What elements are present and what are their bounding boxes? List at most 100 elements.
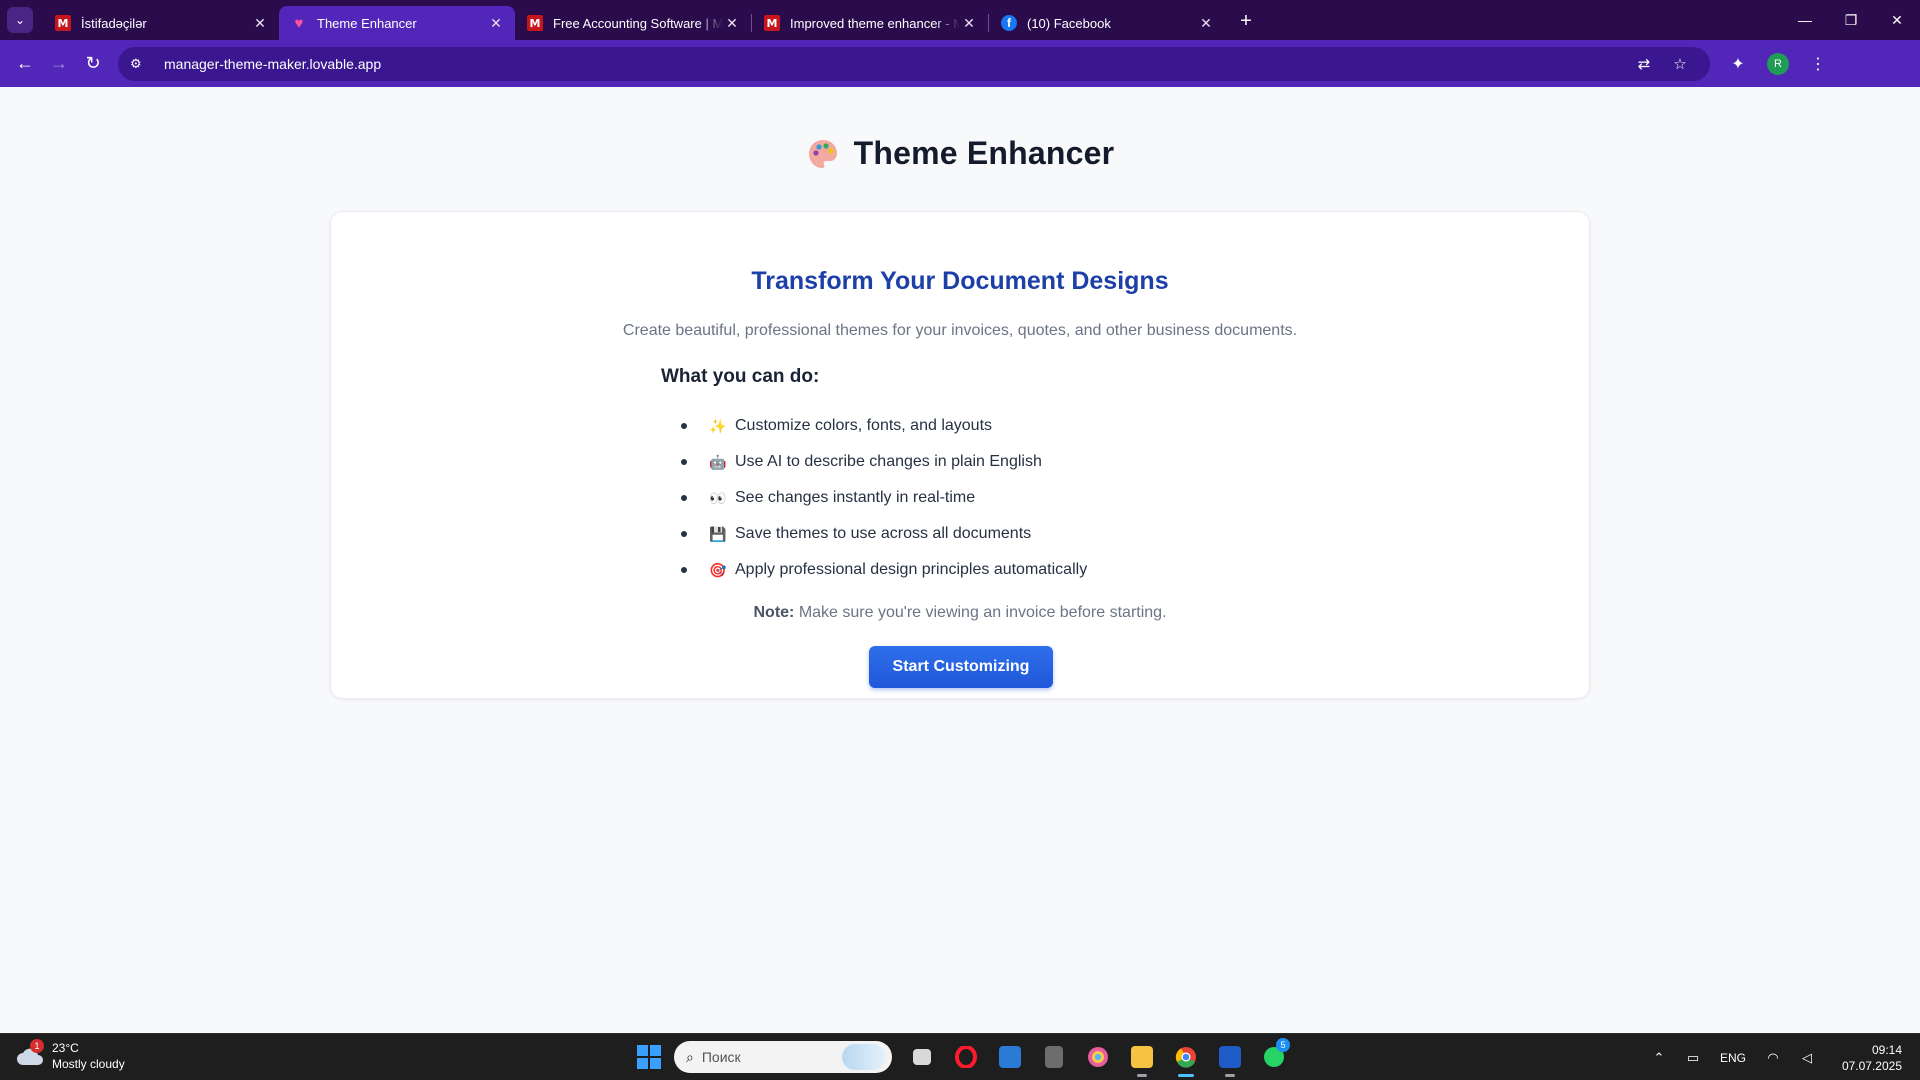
manager-m-icon: M xyxy=(764,15,780,31)
close-window-icon[interactable]: ✕ xyxy=(1874,0,1920,40)
address-bar[interactable]: ⚙ manager-theme-maker.lovable.app ⇄ ☆ xyxy=(118,46,1710,81)
features-heading: What you can do: xyxy=(661,366,820,387)
chrome-icon[interactable] xyxy=(1164,1040,1208,1077)
file-explorer-icon[interactable] xyxy=(1120,1040,1164,1077)
weather-temp: 23°C xyxy=(52,1041,79,1055)
bullet xyxy=(681,495,687,501)
weather-desc: Mostly cloudy xyxy=(52,1057,125,1071)
taskbar-search[interactable]: ⌕ Поиск xyxy=(674,1041,892,1073)
feature-text: Customize colors, fonts, and layouts xyxy=(735,417,993,434)
list-item: 👀 See changes instantly in real-time xyxy=(681,480,1087,516)
profile-button[interactable]: R xyxy=(1758,47,1798,81)
whatsapp-icon[interactable]: 5 xyxy=(1252,1038,1296,1074)
notification-badge: 1 xyxy=(30,1039,44,1053)
restore-icon[interactable]: ❐ xyxy=(1828,0,1874,40)
site-info-icon[interactable]: ⚙ xyxy=(130,56,152,72)
start-customizing-button[interactable]: Start Customizing xyxy=(869,646,1053,688)
feature-text: See changes instantly in real-time xyxy=(735,489,976,506)
floppy-disk-icon: 💾 xyxy=(709,525,727,542)
close-icon[interactable]: ✕ xyxy=(1197,15,1215,32)
window-controls: — ❐ ✕ xyxy=(1782,0,1920,40)
card-title: Transform Your Document Designs xyxy=(751,267,1169,295)
forward-button[interactable]: → xyxy=(42,47,76,81)
tab-free-accounting[interactable]: M Free Accounting Software | Manager ✕ xyxy=(515,6,751,40)
heart-icon: ♥ xyxy=(294,14,304,32)
clock-date: 07.07.2025 xyxy=(1841,1058,1902,1073)
feature-text: Apply professional design principles aut… xyxy=(735,561,1088,578)
weather-widget[interactable]: 1 23°C Mostly cloudy xyxy=(16,1039,125,1072)
clock-time: 09:14 xyxy=(1871,1042,1902,1057)
palette-icon xyxy=(808,139,837,168)
arrow-left-icon: ← xyxy=(16,53,34,73)
card-subtitle: Create beautiful, professional themes fo… xyxy=(622,322,1298,339)
tab-facebook[interactable]: f (10) Facebook ✕ xyxy=(989,6,1225,40)
windows-taskbar: 1 23°C Mostly cloudy ⌕ Поиск 5 ⌃ ▭ ENG ◠… xyxy=(0,1033,1920,1080)
tab-theme-enhancer[interactable]: ♥ Theme Enhancer ✕ xyxy=(279,6,515,40)
facebook-icon: f xyxy=(1001,15,1017,31)
chevron-down-icon: ⌄ xyxy=(14,13,26,27)
page-content: Theme Enhancer Transform Your Document D… xyxy=(0,87,1920,1033)
tab-title: Theme Enhancer xyxy=(317,15,417,31)
list-item: ✨ Customize colors, fonts, and layouts xyxy=(681,408,1087,444)
wifi-icon[interactable]: ◠ xyxy=(1756,1050,1790,1066)
bullet xyxy=(681,423,687,429)
opera-icon[interactable] xyxy=(944,1040,988,1074)
note-text: Note: Make sure you're viewing an invoic… xyxy=(331,604,1589,622)
display-icon[interactable]: ▭ xyxy=(1676,1050,1710,1066)
url-text[interactable]: manager-theme-maker.lovable.app xyxy=(164,56,1626,72)
remote-desktop-icon[interactable] xyxy=(988,1040,1032,1074)
calculator-icon[interactable] xyxy=(1032,1040,1076,1074)
tab-title: (10) Facebook xyxy=(1027,15,1111,31)
manager-m-icon: M xyxy=(527,15,543,31)
tab-istifadecilar[interactable]: M İstifadəçilər ✕ xyxy=(43,6,279,40)
task-view-icon[interactable] xyxy=(900,1040,944,1074)
note-body: Make sure you're viewing an invoice befo… xyxy=(794,604,1167,621)
volume-icon[interactable]: ◁ xyxy=(1790,1050,1824,1066)
tab-search-button[interactable]: ⌄ xyxy=(7,7,33,33)
extensions-icon[interactable]: ✦ xyxy=(1718,47,1758,81)
bullet xyxy=(681,531,687,537)
cloud-icon: 1 xyxy=(16,1039,44,1067)
reload-icon: ↻ xyxy=(85,53,101,73)
target-icon: 🎯 xyxy=(709,561,727,578)
translate-icon[interactable]: ⇄ xyxy=(1626,55,1662,73)
bullet xyxy=(681,567,687,573)
new-tab-button[interactable]: + xyxy=(1231,6,1261,36)
search-icon: ⌕ xyxy=(686,1048,694,1065)
language-indicator[interactable]: ENG xyxy=(1710,1051,1756,1065)
minimize-icon[interactable]: — xyxy=(1782,0,1828,40)
close-icon[interactable]: ✕ xyxy=(487,15,505,32)
back-button[interactable]: ← xyxy=(8,47,42,81)
photos-icon[interactable] xyxy=(1076,1040,1120,1074)
list-item: 🎯 Apply professional design principles au… xyxy=(681,552,1087,588)
features-list: ✨ Customize colors, fonts, and layouts 🤖 U… xyxy=(681,408,1087,588)
plus-icon: + xyxy=(1240,9,1252,32)
list-item: 🤖 Use AI to describe changes in plain Eng… xyxy=(681,444,1087,480)
bookmark-star-icon[interactable]: ☆ xyxy=(1662,55,1698,73)
robot-icon: 🤖 xyxy=(709,453,727,470)
word-icon[interactable] xyxy=(1208,1040,1252,1077)
tab-title: Free Accounting Software | Manager xyxy=(553,15,723,31)
intro-card: Transform Your Document Designs Create b… xyxy=(330,211,1590,699)
chevron-up-icon[interactable]: ⌃ xyxy=(1642,1050,1676,1066)
windows-start-icon[interactable] xyxy=(634,1042,664,1072)
note-label: Note: xyxy=(753,604,795,621)
tab-title: İstifadəçilər xyxy=(81,15,147,31)
app-header: Theme Enhancer xyxy=(0,135,1920,172)
list-item: 💾 Save themes to use across all documents xyxy=(681,516,1087,552)
close-icon[interactable]: ✕ xyxy=(960,15,978,32)
browser-toolbar: ← → ↻ ⚙ manager-theme-maker.lovable.app … xyxy=(0,40,1920,87)
manager-m-icon: M xyxy=(55,15,71,31)
close-icon[interactable]: ✕ xyxy=(251,15,269,32)
feature-text: Use AI to describe changes in plain Engl… xyxy=(735,453,1042,470)
eyes-icon: 👀 xyxy=(709,489,727,506)
tab-improved-theme[interactable]: M Improved theme enhancer - Manager ✕ xyxy=(752,6,988,40)
bullet xyxy=(681,459,687,465)
reload-button[interactable]: ↻ xyxy=(76,47,110,81)
clock[interactable]: 09:14 07.07.2025 xyxy=(1824,1042,1920,1074)
arrow-right-icon: → xyxy=(50,53,68,73)
menu-kebab-icon[interactable]: ⋮ xyxy=(1798,47,1838,81)
taskbar-apps: ⌕ Поиск 5 xyxy=(634,1038,1296,1077)
tab-bar: ⌄ M İstifadəçilər ✕ ♥ Theme Enhancer ✕ M… xyxy=(0,0,1920,40)
close-icon[interactable]: ✕ xyxy=(723,15,741,32)
